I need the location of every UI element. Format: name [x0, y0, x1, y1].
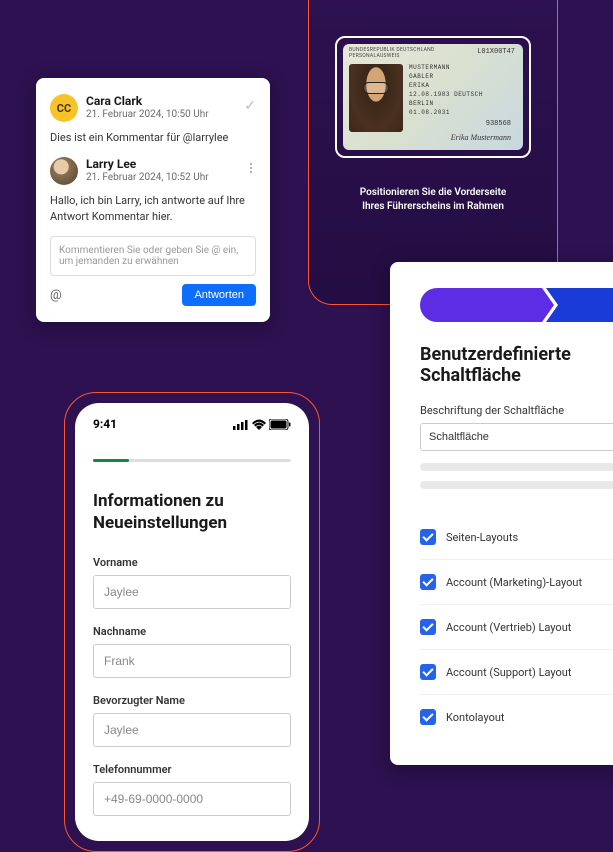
- battery-icon: [269, 419, 291, 430]
- layout-label: Kontolayout: [446, 711, 505, 724]
- pref-input[interactable]: [93, 713, 291, 747]
- id-scan-panel: BUNDESREPUBLIK DEUTSCHLAND PERSONALAUSWE…: [308, 0, 558, 305]
- checkbox-checked[interactable]: [420, 529, 436, 545]
- id-photo: [349, 64, 403, 132]
- custom-button-form: Benutzerdefinierte Schaltfläche Beschrif…: [390, 262, 613, 765]
- status-bar: 9:41: [93, 417, 291, 431]
- reply-button[interactable]: Antworten: [182, 284, 256, 306]
- avatar-initials: CC: [50, 94, 78, 122]
- comment-thread-card: CC Cara Clark 21. Februar 2024, 10:50 Uh…: [36, 78, 270, 322]
- comment-date: 21. Februar 2024, 10:50 Uhr: [86, 109, 256, 120]
- comment-author: Larry Lee: [86, 157, 256, 171]
- id-dob: 12.08.1983 DEUTSCH: [409, 91, 517, 98]
- mention-icon[interactable]: @: [50, 288, 62, 303]
- id-number: L01X00T47: [477, 48, 515, 56]
- id-place: BERLIN: [409, 100, 517, 107]
- status-time: 9:41: [93, 417, 117, 431]
- id-instruction: Positionieren Sie die Vorderseite Ihres …: [309, 186, 557, 214]
- pref-label: Bevorzugter Name: [93, 694, 291, 707]
- layout-option[interactable]: Account (Support) Layout: [420, 650, 613, 695]
- vorname-label: Vorname: [93, 556, 291, 569]
- id-given: ERIKA: [409, 82, 517, 89]
- phone-frame: 9:41 Informationen zu Neueinstellungen V…: [64, 392, 320, 852]
- tel-label: Telefonnummer: [93, 763, 291, 776]
- layout-option[interactable]: Kontolayout: [420, 695, 613, 739]
- comment-body: Dies ist ein Kommentar für @larrylee: [50, 130, 256, 145]
- id-signature: Erika Mustermann: [451, 133, 511, 142]
- progress-bar: [93, 459, 291, 462]
- comment-first: CC Cara Clark 21. Februar 2024, 10:50 Uh…: [50, 94, 256, 122]
- tel-input[interactable]: [93, 782, 291, 816]
- comment-second: Larry Lee 21. Februar 2024, 10:52 Uhr: [50, 157, 256, 185]
- layout-label: Account (Vertrieb) Layout: [446, 621, 571, 634]
- nachname-input[interactable]: [93, 644, 291, 678]
- comment-date: 21. Februar 2024, 10:52 Uhr: [86, 172, 256, 183]
- button-label-caption: Beschriftung der Schaltfläche: [420, 404, 613, 417]
- progress-step-2[interactable]: [558, 288, 613, 322]
- layout-label: Account (Support) Layout: [446, 666, 571, 679]
- progress-step-1[interactable]: [420, 288, 542, 322]
- comment-author: Cara Clark: [86, 94, 256, 108]
- signal-icon: [233, 419, 249, 430]
- layout-option[interactable]: Seiten-Layouts: [420, 515, 613, 560]
- wifi-icon: [252, 419, 266, 430]
- checkbox-checked[interactable]: [420, 574, 436, 590]
- avatar-photo: [50, 157, 78, 185]
- id-surname: MUSTERMANN: [409, 64, 517, 71]
- comment-input[interactable]: Kommentieren Sie oder geben Sie @ ein, u…: [50, 236, 256, 276]
- nachname-label: Nachname: [93, 625, 291, 638]
- layout-option[interactable]: Account (Marketing)-Layout: [420, 560, 613, 605]
- layout-option[interactable]: Account (Vertrieb) Layout: [420, 605, 613, 650]
- id-card: BUNDESREPUBLIK DEUTSCHLAND PERSONALAUSWE…: [343, 44, 523, 150]
- checkbox-checked[interactable]: [420, 619, 436, 635]
- id-expiry: 01.08.2031: [409, 109, 517, 116]
- checkbox-checked[interactable]: [420, 709, 436, 725]
- progress-fill: [93, 459, 129, 462]
- skeleton-line: [420, 463, 613, 471]
- layout-label: Seiten-Layouts: [446, 531, 518, 544]
- check-icon[interactable]: ✓: [244, 98, 256, 114]
- phone-screen: 9:41 Informationen zu Neueinstellungen V…: [75, 403, 309, 841]
- id-maiden: GABLER: [409, 73, 517, 80]
- vorname-input[interactable]: [93, 575, 291, 609]
- skeleton-line: [420, 481, 613, 489]
- id-code: 938568: [486, 120, 511, 128]
- form-heading: Informationen zu Neueinstellungen: [93, 490, 291, 534]
- checkbox-checked[interactable]: [420, 664, 436, 680]
- comment-body: Hallo, ich bin Larry, ich antworte auf I…: [50, 193, 256, 224]
- button-label-input[interactable]: [420, 423, 613, 451]
- progress-arrows: [420, 288, 613, 322]
- id-frame: BUNDESREPUBLIK DEUTSCHLAND PERSONALAUSWE…: [335, 36, 531, 158]
- form-title: Benutzerdefinierte Schaltfläche: [420, 344, 613, 386]
- layout-label: Account (Marketing)-Layout: [446, 576, 582, 589]
- more-icon[interactable]: [246, 159, 256, 177]
